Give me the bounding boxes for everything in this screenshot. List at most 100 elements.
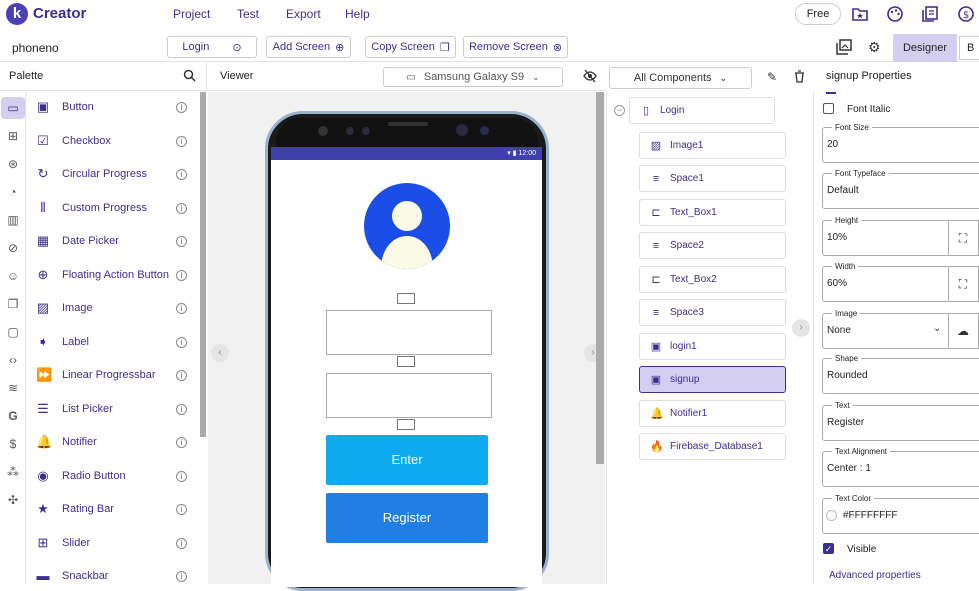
dollar-icon[interactable]: $ xyxy=(957,5,975,23)
viewer-scrollbar[interactable] xyxy=(596,92,604,464)
category-plugins-icon[interactable]: ✣ xyxy=(4,491,22,509)
tree-item-space1[interactable]: ≡ Space1 xyxy=(639,165,786,192)
category-layout-icon[interactable]: ⊞ xyxy=(4,127,22,145)
info-icon[interactable]: i xyxy=(176,471,187,482)
fit-screen-icon[interactable]: ⛶ xyxy=(948,266,979,302)
category-sensors-icon[interactable]: ⊘ xyxy=(4,239,22,257)
menu-project[interactable]: Project xyxy=(173,7,210,21)
palette-item-circular-progress[interactable]: ↻ Circular Progress xyxy=(36,164,147,184)
palette-item-rating-bar[interactable]: ★ Rating Bar xyxy=(36,499,114,519)
designer-tab[interactable]: Designer xyxy=(893,34,957,62)
hide-eye-icon[interactable] xyxy=(583,69,597,83)
space2-placeholder[interactable] xyxy=(397,356,415,367)
color-swatch[interactable] xyxy=(826,510,837,521)
category-connectivity-icon[interactable]: ▢ xyxy=(4,323,22,341)
menu-export[interactable]: Export xyxy=(286,7,321,21)
category-rss-icon[interactable]: ≋ xyxy=(4,379,22,397)
info-icon[interactable]: i xyxy=(176,236,187,247)
advanced-properties-link[interactable]: Advanced properties xyxy=(829,570,921,581)
components-filter-select[interactable]: All Components ⌄ xyxy=(609,67,752,89)
space1-placeholder[interactable] xyxy=(397,293,415,304)
palette-item-floating-action-button[interactable]: ⊕ Floating Action Button xyxy=(36,265,169,285)
upload-cloud-icon[interactable]: ☁ xyxy=(948,313,979,349)
palette-item-snackbar[interactable]: ▬ Snackbar xyxy=(36,566,109,586)
palette-item-image[interactable]: ▨ Image xyxy=(36,298,93,318)
category-social-icon[interactable]: ☺ xyxy=(4,267,22,285)
device-select[interactable]: ▭ Samsung Galaxy S9 ⌄ xyxy=(383,67,563,87)
text-box1[interactable] xyxy=(326,310,492,355)
delete-trash-icon[interactable] xyxy=(794,70,805,83)
search-icon[interactable] xyxy=(183,69,196,82)
collapse-minus-icon[interactable]: − xyxy=(614,105,625,116)
palette-item-radio-button[interactable]: ◉ Radio Button xyxy=(36,466,125,486)
palette-item-linear-progressbar[interactable]: ⏩ Linear Progressbar xyxy=(36,365,156,385)
edit-pencil-icon[interactable]: ✎ xyxy=(767,71,780,84)
category-storage-icon[interactable]: ❐ xyxy=(4,295,22,313)
tree-item-text-box2[interactable]: ⊏ Text_Box2 xyxy=(639,266,786,293)
font-size-field[interactable] xyxy=(822,127,979,163)
category-drawing-icon[interactable]: ◔ xyxy=(4,183,22,201)
tree-item-notifier1[interactable]: 🔔 Notifier1 xyxy=(639,400,786,427)
visible-checkbox[interactable]: ✓ xyxy=(823,543,834,554)
category-extensions-icon[interactable]: ⁂ xyxy=(4,463,22,481)
register-button[interactable]: Register xyxy=(326,493,488,543)
palette-item-slider[interactable]: ⊞ Slider xyxy=(36,533,91,553)
chevron-right-icon[interactable]: › xyxy=(792,319,810,337)
info-icon[interactable]: i xyxy=(176,136,187,147)
remove-screen-button[interactable]: Remove Screen ⊗ xyxy=(463,36,568,58)
info-icon[interactable]: i xyxy=(176,169,187,180)
palette-scrollbar[interactable] xyxy=(200,92,206,437)
screen-select[interactable]: Login ⊙ xyxy=(167,36,257,58)
info-icon[interactable]: i xyxy=(176,437,187,448)
category-media-icon[interactable]: ⊛ xyxy=(4,155,22,173)
menu-help[interactable]: Help xyxy=(345,7,370,21)
library-icon[interactable] xyxy=(921,5,939,23)
palette-item-checkbox[interactable]: ☑ Checkbox xyxy=(36,131,111,151)
palette-item-label[interactable]: ➧ Label xyxy=(36,332,89,352)
info-icon[interactable]: i xyxy=(176,504,187,515)
category-code-icon[interactable]: ‹› xyxy=(4,351,22,369)
info-icon[interactable]: i xyxy=(176,370,187,381)
category-monetization-icon[interactable]: $ xyxy=(4,435,22,453)
palette-icon[interactable] xyxy=(886,5,904,23)
info-icon[interactable]: i xyxy=(176,102,187,113)
info-icon[interactable]: i xyxy=(176,303,187,314)
tree-item-firebase-database1[interactable]: 🔥 Firebase_Database1 xyxy=(639,433,786,460)
category-google-icon[interactable]: G xyxy=(4,407,22,425)
palette-item-list-picker[interactable]: ☰ List Picker xyxy=(36,399,113,419)
info-icon[interactable]: i xyxy=(176,337,187,348)
blocks-tab[interactable]: B xyxy=(959,36,979,60)
settings-gear-icon[interactable]: ⚙ xyxy=(868,39,884,55)
add-screen-button[interactable]: Add Screen ⊕ xyxy=(266,36,351,58)
free-plan-button[interactable]: Free xyxy=(795,3,841,25)
category-user-interface-icon[interactable]: ▭ xyxy=(4,99,22,117)
text-box2[interactable] xyxy=(326,373,492,418)
tree-item-space2[interactable]: ≡ Space2 xyxy=(639,232,786,259)
category-maps-icon[interactable]: ▥ xyxy=(4,211,22,229)
enter-button[interactable]: Enter xyxy=(326,435,488,485)
fit-screen-icon[interactable]: ⛶ xyxy=(948,220,979,256)
gallery-icon[interactable] xyxy=(836,39,852,55)
info-icon[interactable]: i xyxy=(176,538,187,549)
tree-item-space3[interactable]: ≡ Space3 xyxy=(639,299,786,326)
palette-item-custom-progress[interactable]: ⫴ Custom Progress xyxy=(36,198,147,218)
tree-item-login[interactable]: ▯ Login xyxy=(629,97,775,124)
info-icon[interactable]: i xyxy=(176,203,187,214)
info-icon[interactable]: i xyxy=(176,404,187,415)
folder-star-icon[interactable] xyxy=(851,5,869,23)
info-icon[interactable]: i xyxy=(176,571,187,582)
copy-screen-button[interactable]: Copy Screen ❐ xyxy=(365,36,456,58)
palette-item-date-picker[interactable]: ▦ Date Picker xyxy=(36,231,119,251)
chevron-left-icon[interactable]: ‹ xyxy=(211,344,229,362)
font-italic-checkbox[interactable] xyxy=(823,103,834,114)
space3-placeholder[interactable] xyxy=(397,419,415,430)
info-icon[interactable]: i xyxy=(176,270,187,281)
menu-test[interactable]: Test xyxy=(237,7,259,21)
tree-item-signup[interactable]: ▣ signup xyxy=(639,366,786,393)
avatar-image[interactable] xyxy=(364,183,450,269)
palette-item-button[interactable]: ▣ Button xyxy=(36,97,94,117)
palette-item-notifier[interactable]: 🔔 Notifier xyxy=(36,432,97,452)
tree-item-text-box1[interactable]: ⊏ Text_Box1 xyxy=(639,199,786,226)
tree-item-login1[interactable]: ▣ login1 xyxy=(639,333,786,360)
tree-item-image1[interactable]: ▨ Image1 xyxy=(639,132,786,159)
